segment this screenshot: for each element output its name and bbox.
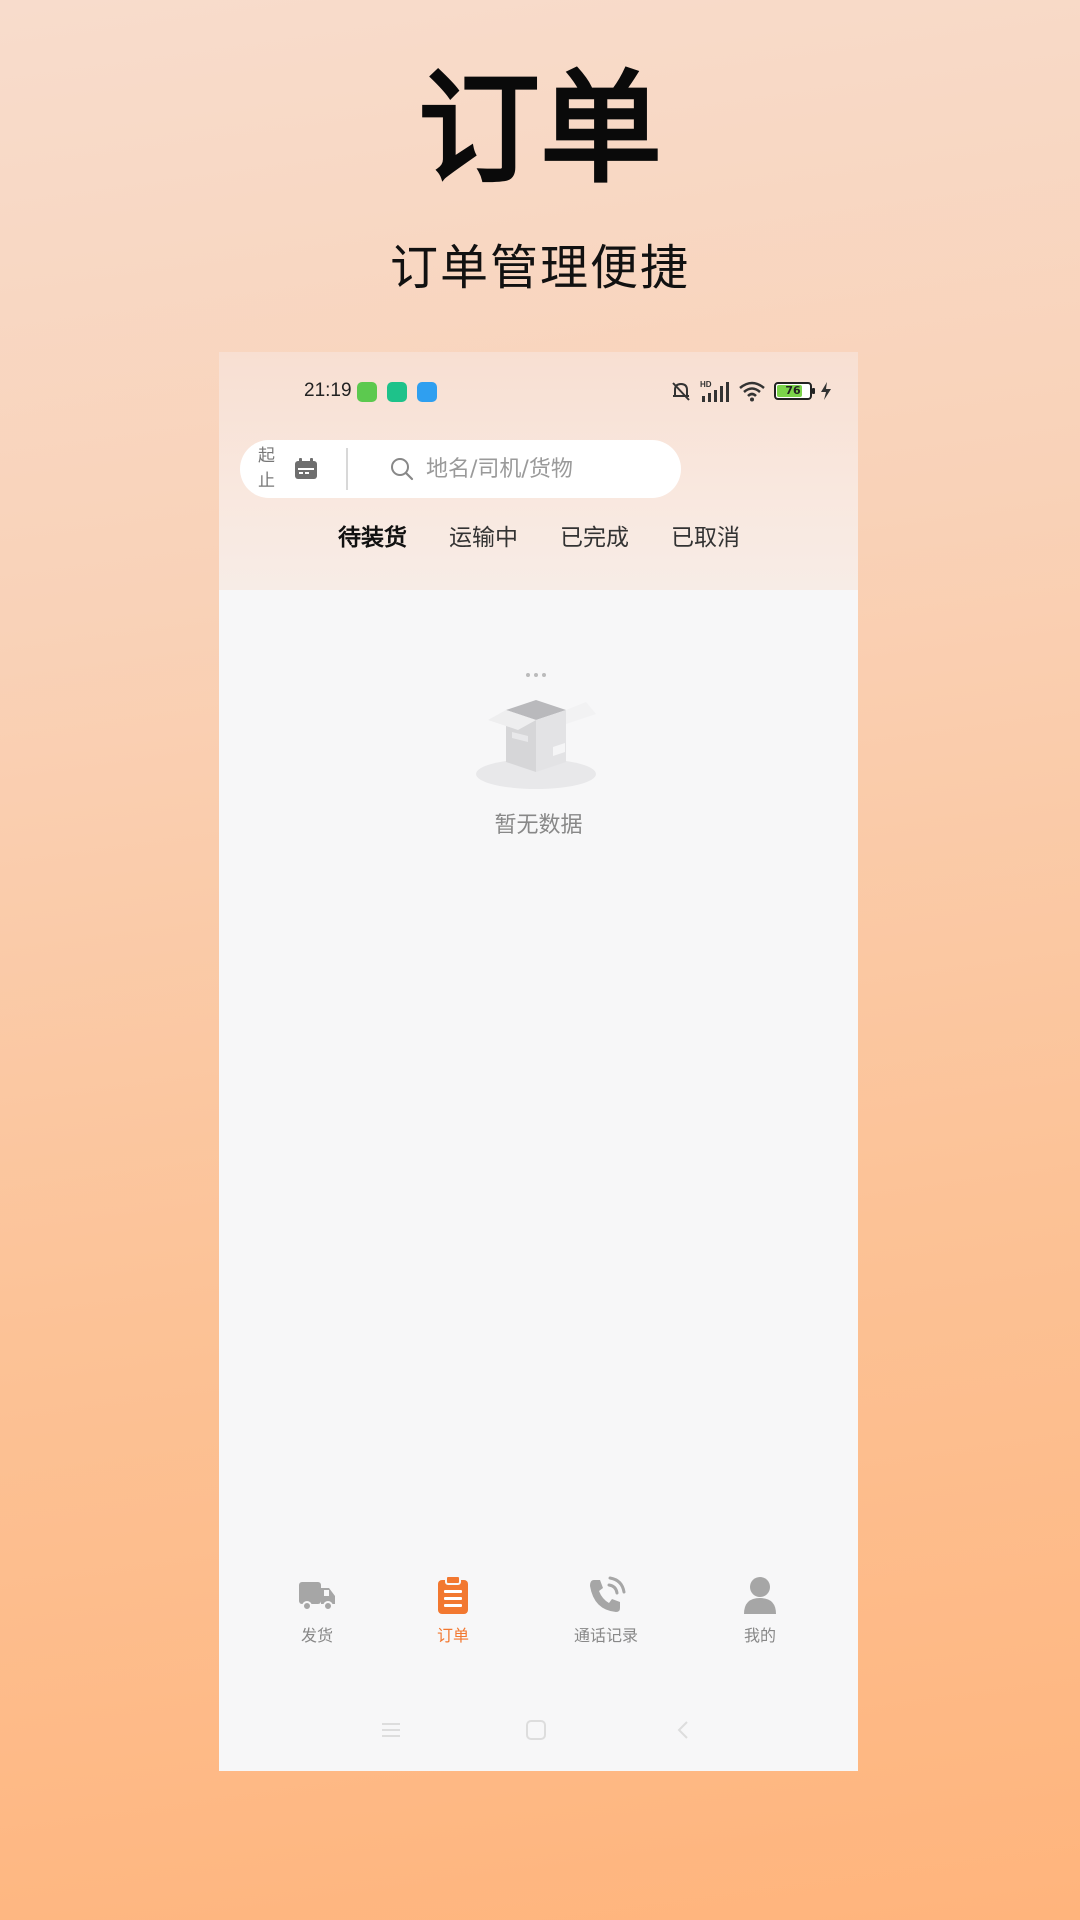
clipboard-icon xyxy=(438,1575,468,1614)
svg-text:HD: HD xyxy=(700,380,712,389)
phone-screen: 21:19 HD 76 起 止 地名/司机/货物 待装货 运输中 已完成 已取消… xyxy=(219,352,858,1771)
teal-shield-app-icon xyxy=(387,382,407,402)
status-bar: 21:19 HD 76 xyxy=(219,352,858,432)
signal-icon: HD xyxy=(700,380,729,402)
tab-pending-loading[interactable]: 待装货 xyxy=(338,520,407,556)
nav-label-me: 我的 xyxy=(743,1626,776,1645)
date-range-start-label: 起 xyxy=(258,446,275,466)
search-input[interactable] xyxy=(426,450,666,488)
tab-completed[interactable]: 已完成 xyxy=(560,520,629,556)
menu-icon[interactable] xyxy=(381,1720,401,1740)
nav-item-me[interactable]: 我的 xyxy=(700,1574,820,1646)
nav-label-ship: 发货 xyxy=(300,1626,333,1645)
promo-subtitle: 订单管理便捷 xyxy=(389,240,690,296)
bottom-nav: 发货 订单 通话记录 我的 xyxy=(219,1574,858,1674)
empty-box-icon xyxy=(476,673,596,789)
search-bar: 起 止 xyxy=(240,440,681,498)
phone-icon xyxy=(590,1576,626,1612)
mute-bell-icon xyxy=(672,382,690,401)
status-icons: HD 76 xyxy=(670,379,832,403)
nav-item-orders[interactable]: 订单 xyxy=(393,1574,513,1646)
nav-label-orders: 订单 xyxy=(436,1626,469,1645)
blue-app-icon xyxy=(417,382,437,402)
truck-icon xyxy=(299,1582,335,1611)
calendar-icon[interactable] xyxy=(294,458,318,480)
empty-state-text: 暂无数据 xyxy=(494,813,583,838)
home-icon[interactable] xyxy=(525,1720,547,1740)
nav-item-call-log[interactable]: 通话记录 xyxy=(546,1574,666,1646)
battery-indicator: 76 xyxy=(774,382,815,400)
tab-in-transit[interactable]: 运输中 xyxy=(449,520,518,556)
battery-level: 76 xyxy=(785,384,801,397)
green-app-icon xyxy=(357,382,377,402)
back-icon[interactable] xyxy=(675,1720,691,1740)
promo-title: 订单 xyxy=(418,56,662,200)
search-divider xyxy=(346,448,348,490)
order-status-tabs: 待装货 运输中 已完成 已取消 xyxy=(219,520,858,560)
date-range-end-label: 止 xyxy=(258,471,275,491)
tab-cancelled[interactable]: 已取消 xyxy=(671,520,740,556)
nav-item-ship[interactable]: 发货 xyxy=(257,1574,377,1646)
charging-icon xyxy=(821,382,831,400)
wifi-icon xyxy=(739,381,765,402)
date-range-button[interactable]: 起 止 xyxy=(258,444,278,494)
status-time: 21:19 xyxy=(304,380,352,401)
person-icon xyxy=(744,1577,776,1614)
system-nav-bar xyxy=(219,1710,858,1750)
search-icon xyxy=(391,458,414,481)
nav-label-call-log: 通话记录 xyxy=(573,1626,638,1645)
